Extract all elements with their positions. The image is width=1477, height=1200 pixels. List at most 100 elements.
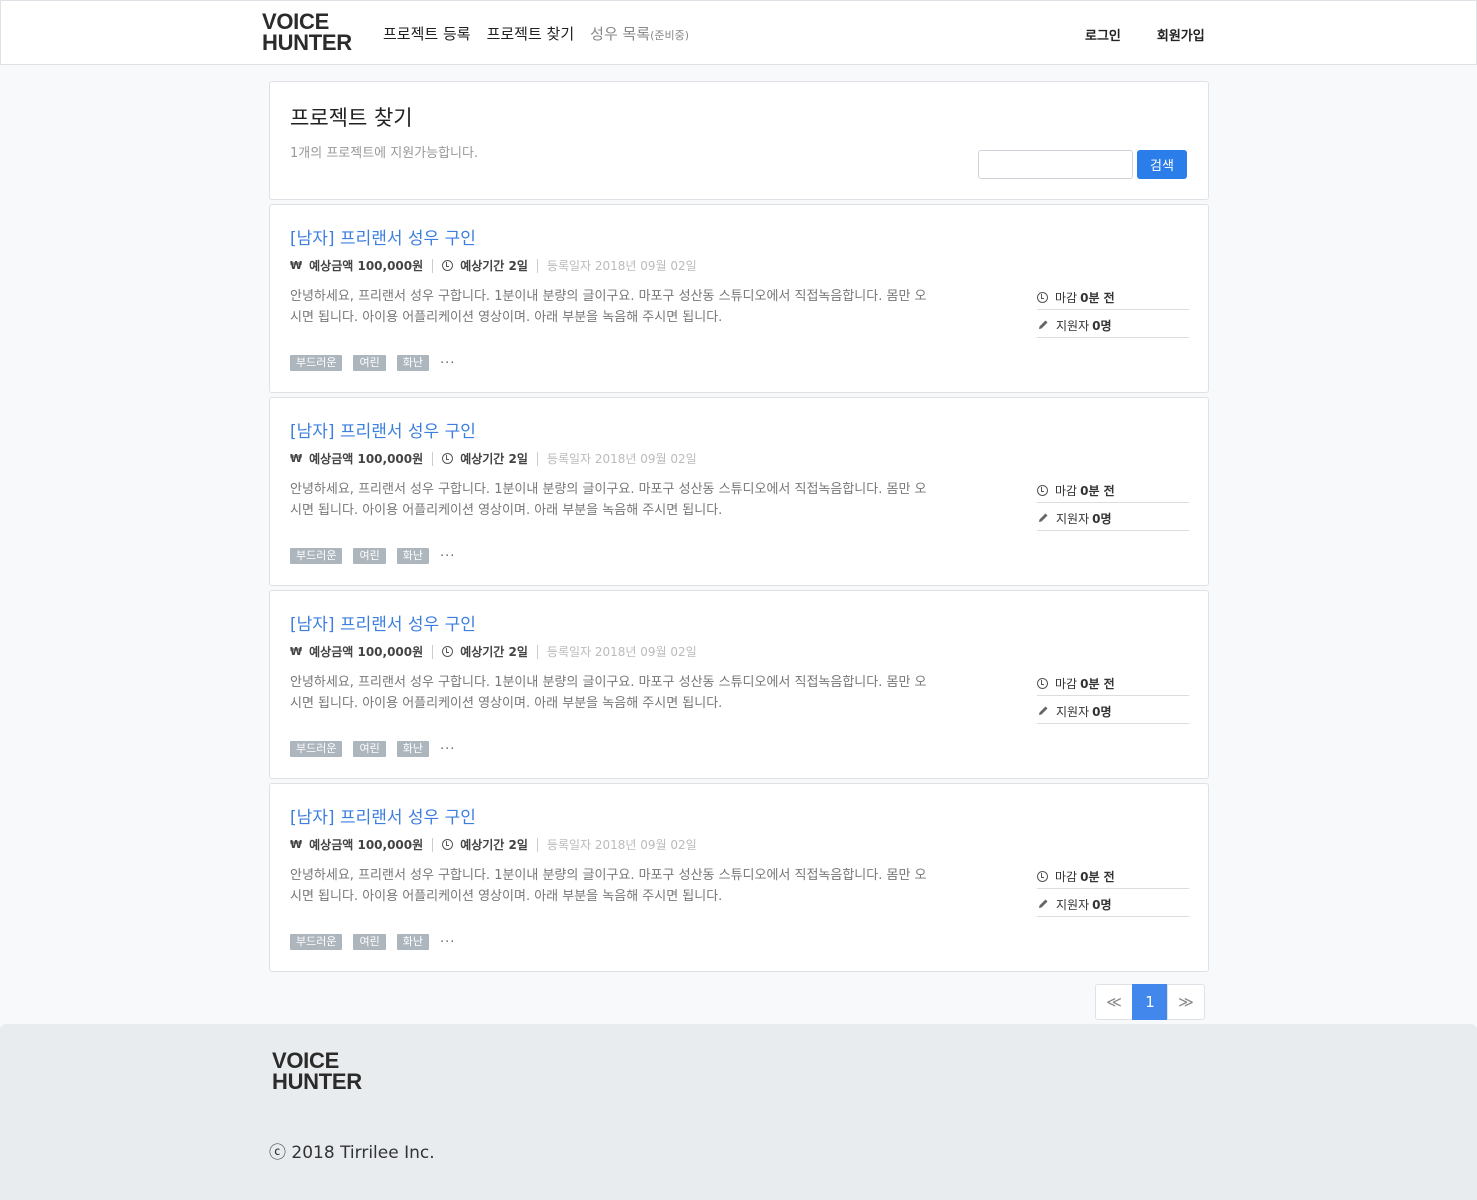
logo-line2: HUNTER bbox=[262, 30, 352, 55]
tag-list: 부드러운 여린 화난 ··· bbox=[290, 355, 455, 371]
divider bbox=[432, 451, 434, 466]
search-input[interactable] bbox=[978, 150, 1133, 179]
project-card: [남자] 프리랜서 성우 구인 ₩ 예상금액 100,000원 예상기간 2일 등… bbox=[269, 590, 1209, 779]
project-side-info: 마감 0분 전 지원자 0명 bbox=[1037, 478, 1189, 534]
deadline-label: 마감 bbox=[1055, 869, 1078, 884]
page-subtitle: 1개의 프로젝트에 지원가능합니다. bbox=[290, 146, 479, 161]
pencil-icon bbox=[1039, 899, 1048, 908]
project-title[interactable]: [남자] 프리랜서 성우 구인 bbox=[290, 417, 476, 442]
price: ₩ 예상금액 100,000원 bbox=[290, 836, 423, 853]
project-meta: ₩ 예상금액 100,000원 예상기간 2일 등록일자 2018년 09월 02… bbox=[290, 643, 697, 660]
clock-icon bbox=[442, 453, 454, 464]
clock-icon bbox=[442, 646, 454, 657]
project-description: 안녕하세요, 프리랜서 성우 구합니다. 1분이내 분량의 글이구요. 마포구 … bbox=[290, 868, 927, 904]
tag[interactable]: 여린 bbox=[353, 741, 386, 757]
tag[interactable]: 부드러운 bbox=[290, 548, 343, 564]
pencil-icon bbox=[1039, 706, 1048, 715]
more-icon[interactable]: ··· bbox=[440, 742, 455, 757]
deadline-label: 마감 bbox=[1055, 483, 1078, 498]
clock-icon bbox=[1037, 677, 1048, 689]
tag[interactable]: 여린 bbox=[353, 934, 386, 950]
applicants-label: 지원자 bbox=[1056, 897, 1090, 912]
top-navbar: VOICE HUNTER 프로젝트 등록 프로젝트 찾기 성우 목록(준비중) … bbox=[0, 0, 1477, 65]
applicants-label: 지원자 bbox=[1056, 704, 1090, 719]
tag[interactable]: 화난 bbox=[396, 741, 429, 757]
more-icon[interactable]: ··· bbox=[440, 356, 455, 371]
price-text: 예상금액 100,000원 bbox=[309, 838, 424, 852]
applicants-label: 지원자 bbox=[1056, 511, 1090, 526]
deadline-value: 0분 전 bbox=[1080, 290, 1115, 305]
duration-text: 예상기간 2일 bbox=[460, 259, 528, 273]
login-link[interactable]: 로그인 bbox=[1085, 25, 1121, 44]
duration: 예상기간 2일 bbox=[442, 450, 528, 467]
project-title[interactable]: [남자] 프리랜서 성우 구인 bbox=[290, 803, 476, 828]
logo-line1: VOICE bbox=[262, 9, 329, 34]
divider bbox=[536, 451, 538, 466]
tag[interactable]: 부드러운 bbox=[290, 355, 343, 371]
deadline-value: 0분 전 bbox=[1080, 869, 1115, 884]
auth-nav: 로그인 회원가입 bbox=[1085, 25, 1205, 44]
tag[interactable]: 화난 bbox=[396, 934, 429, 950]
applicants: 지원자 0명 bbox=[1037, 892, 1189, 917]
next-page-button[interactable]: ≫ bbox=[1167, 984, 1205, 1020]
deadline: 마감 0분 전 bbox=[1037, 285, 1189, 310]
nav-project-find[interactable]: 프로젝트 찾기 bbox=[487, 23, 575, 44]
more-icon[interactable]: ··· bbox=[440, 935, 455, 950]
project-card: [남자] 프리랜서 성우 구인 ₩ 예상금액 100,000원 예상기간 2일 등… bbox=[269, 397, 1209, 586]
tag[interactable]: 화난 bbox=[396, 548, 429, 564]
divider bbox=[432, 258, 434, 273]
project-list: [남자] 프리랜서 성우 구인 ₩ 예상금액 100,000원 예상기간 2일 등… bbox=[269, 204, 1209, 976]
project-description: 안녕하세요, 프리랜서 성우 구합니다. 1분이내 분량의 글이구요. 마포구 … bbox=[290, 675, 927, 711]
duration-text: 예상기간 2일 bbox=[460, 838, 528, 852]
page-title: 프로젝트 찾기 bbox=[290, 106, 413, 130]
project-title[interactable]: [남자] 프리랜서 성우 구인 bbox=[290, 610, 476, 635]
deadline: 마감 0분 전 bbox=[1037, 478, 1189, 503]
project-side-info: 마감 0분 전 지원자 0명 bbox=[1037, 285, 1189, 341]
clock-icon bbox=[442, 839, 454, 850]
duration: 예상기간 2일 bbox=[442, 257, 528, 274]
project-meta: ₩ 예상금액 100,000원 예상기간 2일 등록일자 2018년 09월 02… bbox=[290, 836, 697, 853]
nav-actor-list-sub: (준비중) bbox=[650, 29, 690, 42]
tag-list: 부드러운 여린 화난 ··· bbox=[290, 934, 455, 950]
clock-icon bbox=[1037, 870, 1048, 882]
applicants-value: 0명 bbox=[1092, 897, 1112, 912]
register-date: 등록일자 2018년 09월 02일 bbox=[546, 259, 697, 273]
nav-project-register[interactable]: 프로젝트 등록 bbox=[383, 23, 471, 44]
project-title[interactable]: [남자] 프리랜서 성우 구인 bbox=[290, 224, 476, 249]
signup-link[interactable]: 회원가입 bbox=[1157, 25, 1205, 44]
duration-text: 예상기간 2일 bbox=[460, 452, 528, 466]
tag-list: 부드러운 여린 화난 ··· bbox=[290, 741, 455, 757]
deadline-label: 마감 bbox=[1055, 290, 1078, 305]
register-date: 등록일자 2018년 09월 02일 bbox=[546, 645, 697, 659]
deadline-value: 0분 전 bbox=[1080, 483, 1115, 498]
tag[interactable]: 부드러운 bbox=[290, 741, 343, 757]
clock-icon bbox=[442, 260, 454, 271]
tag-list: 부드러운 여린 화난 ··· bbox=[290, 548, 455, 564]
register-date: 등록일자 2018년 09월 02일 bbox=[546, 452, 697, 466]
tag[interactable]: 부드러운 bbox=[290, 934, 343, 950]
divider bbox=[536, 644, 538, 659]
divider bbox=[536, 258, 538, 273]
project-side-info: 마감 0분 전 지원자 0명 bbox=[1037, 864, 1189, 920]
project-side-info: 마감 0분 전 지원자 0명 bbox=[1037, 671, 1189, 727]
nav-actor-list[interactable]: 성우 목록(준비중) bbox=[590, 23, 689, 44]
deadline-value: 0분 전 bbox=[1080, 676, 1115, 691]
price-text: 예상금액 100,000원 bbox=[309, 452, 424, 466]
prev-page-button[interactable]: ≪ bbox=[1095, 984, 1133, 1020]
applicants-value: 0명 bbox=[1092, 704, 1112, 719]
price: ₩ 예상금액 100,000원 bbox=[290, 257, 423, 274]
footer-logo[interactable]: VOICE HUNTER bbox=[272, 1050, 372, 1093]
tag[interactable]: 화난 bbox=[396, 355, 429, 371]
logo[interactable]: VOICE HUNTER bbox=[262, 9, 362, 55]
price: ₩ 예상금액 100,000원 bbox=[290, 643, 423, 660]
tag[interactable]: 여린 bbox=[353, 355, 386, 371]
won-icon: ₩ bbox=[290, 838, 303, 851]
page-1-button[interactable]: 1 bbox=[1132, 984, 1168, 1020]
applicants: 지원자 0명 bbox=[1037, 506, 1189, 531]
divider bbox=[432, 644, 434, 659]
tag[interactable]: 여린 bbox=[353, 548, 386, 564]
more-icon[interactable]: ··· bbox=[440, 549, 455, 564]
search-button[interactable]: 검색 bbox=[1137, 150, 1187, 179]
pencil-icon bbox=[1039, 320, 1048, 329]
price: ₩ 예상금액 100,000원 bbox=[290, 450, 423, 467]
